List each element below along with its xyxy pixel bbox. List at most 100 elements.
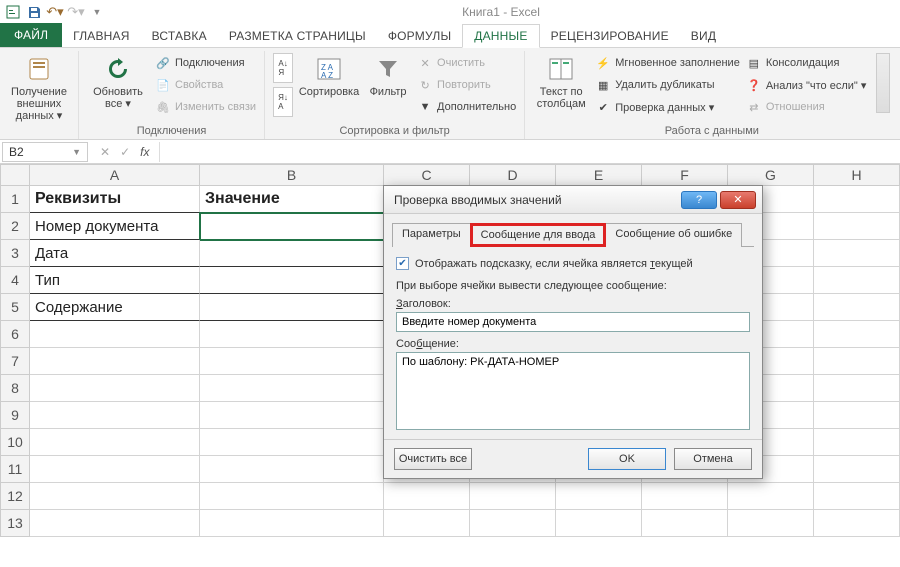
tab-page-layout[interactable]: РАЗМЕТКА СТРАНИЦЫ — [218, 25, 377, 47]
tab-file[interactable]: ФАЙЛ — [0, 23, 62, 47]
title-input[interactable] — [396, 312, 750, 332]
sort-button[interactable]: Z AA Z Сортировка — [299, 53, 359, 98]
cell[interactable] — [470, 483, 556, 510]
cell[interactable] — [30, 375, 200, 402]
cell[interactable] — [642, 483, 728, 510]
dialog-titlebar[interactable]: Проверка вводимых значений ? ✕ — [384, 186, 762, 214]
cancel-button[interactable]: Отмена — [674, 448, 752, 470]
cell[interactable] — [384, 510, 470, 537]
cell[interactable] — [814, 348, 900, 375]
dialog-tab-parameters[interactable]: Параметры — [392, 223, 471, 247]
ok-button[interactable]: OK — [588, 448, 666, 470]
tab-home[interactable]: ГЛАВНАЯ — [62, 25, 140, 47]
cell[interactable] — [814, 321, 900, 348]
get-external-data-button[interactable]: Получение внешних данных ▾ — [8, 53, 70, 122]
flash-fill-button[interactable]: ⚡Мгновенное заполнение — [595, 53, 740, 73]
edit-links-button[interactable]: 🖇Изменить связи — [155, 97, 256, 117]
col-header-A[interactable]: A — [30, 164, 200, 186]
refresh-all-button[interactable]: Обновить все ▾ — [87, 53, 149, 110]
connections-button[interactable]: 🔗Подключения — [155, 53, 256, 73]
clear-all-button[interactable]: Очистить все — [394, 448, 472, 470]
tab-view[interactable]: ВИД — [680, 25, 727, 47]
cell[interactable] — [30, 321, 200, 348]
cell[interactable] — [814, 267, 900, 294]
cell[interactable] — [200, 294, 384, 321]
cell[interactable]: Номер документа — [30, 213, 200, 240]
cell[interactable] — [642, 510, 728, 537]
cell[interactable] — [470, 510, 556, 537]
help-button[interactable]: ? — [681, 191, 717, 209]
select-all-corner[interactable] — [0, 164, 30, 186]
advanced-filter-button[interactable]: ▼Дополнительно — [417, 97, 516, 117]
redo-icon[interactable]: ↷▾ — [67, 3, 85, 21]
col-header-E[interactable]: E — [556, 164, 642, 186]
whatif-button[interactable]: ❓Анализ "что если" ▾ — [746, 75, 867, 95]
cell[interactable]: Значение — [200, 186, 384, 213]
row-header[interactable]: 8 — [0, 375, 30, 402]
cell[interactable]: Тип — [30, 267, 200, 294]
cell[interactable] — [30, 456, 200, 483]
cell[interactable] — [814, 429, 900, 456]
row-header[interactable]: 9 — [0, 402, 30, 429]
cell[interactable] — [556, 510, 642, 537]
cell[interactable] — [814, 510, 900, 537]
sort-desc-button[interactable]: Я↓A — [273, 87, 293, 117]
cell[interactable] — [200, 240, 384, 267]
tab-data[interactable]: ДАННЫЕ — [462, 24, 539, 48]
col-header-B[interactable]: B — [200, 164, 384, 186]
group-overflow[interactable] — [876, 53, 890, 113]
tab-formulas[interactable]: ФОРМУЛЫ — [377, 25, 462, 47]
cell[interactable] — [30, 348, 200, 375]
cell[interactable] — [814, 186, 900, 213]
dialog-tab-input-message[interactable]: Сообщение для ввода — [470, 223, 607, 247]
cell[interactable]: Дата — [30, 240, 200, 267]
close-button[interactable]: ✕ — [720, 191, 756, 209]
cell[interactable]: Содержание — [30, 294, 200, 321]
remove-duplicates-button[interactable]: ▦Удалить дубликаты — [595, 75, 740, 95]
consolidate-button[interactable]: ▤Консолидация — [746, 53, 867, 73]
undo-icon[interactable]: ↶▾ — [46, 3, 64, 21]
cell[interactable] — [200, 213, 384, 240]
cell[interactable] — [30, 429, 200, 456]
row-header[interactable]: 12 — [0, 483, 30, 510]
save-icon[interactable] — [25, 3, 43, 21]
fx-icon[interactable]: fx — [140, 145, 149, 159]
tab-insert[interactable]: ВСТАВКА — [141, 25, 218, 47]
cell[interactable] — [30, 510, 200, 537]
cell[interactable] — [814, 240, 900, 267]
cancel-icon[interactable]: ✕ — [100, 145, 110, 159]
message-textarea[interactable] — [396, 352, 750, 430]
cell[interactable] — [200, 429, 384, 456]
qat-dropdown-icon[interactable]: ▼ — [88, 3, 106, 21]
col-header-C[interactable]: C — [384, 164, 470, 186]
cell[interactable] — [814, 213, 900, 240]
cell[interactable] — [814, 375, 900, 402]
row-header[interactable]: 4 — [0, 267, 30, 294]
cell[interactable]: Реквизиты — [30, 186, 200, 213]
formula-input[interactable] — [159, 142, 900, 162]
relationships-button[interactable]: ⇄Отношения — [746, 97, 867, 117]
reapply-button[interactable]: ↻Повторить — [417, 75, 516, 95]
cell[interactable] — [814, 402, 900, 429]
row-header[interactable]: 3 — [0, 240, 30, 267]
row-header[interactable]: 2 — [0, 213, 30, 240]
cell[interactable] — [200, 267, 384, 294]
cell[interactable] — [814, 456, 900, 483]
row-header[interactable]: 10 — [0, 429, 30, 456]
row-header[interactable]: 11 — [0, 456, 30, 483]
cell[interactable] — [200, 402, 384, 429]
cell[interactable] — [200, 510, 384, 537]
col-header-G[interactable]: G — [728, 164, 814, 186]
cell[interactable] — [814, 483, 900, 510]
name-box[interactable]: B2 ▼ — [2, 142, 88, 162]
cell[interactable] — [200, 348, 384, 375]
row-header[interactable]: 6 — [0, 321, 30, 348]
tab-review[interactable]: РЕЦЕНЗИРОВАНИЕ — [540, 25, 680, 47]
cell[interactable] — [200, 456, 384, 483]
cell[interactable] — [814, 294, 900, 321]
cell[interactable] — [200, 483, 384, 510]
cell[interactable] — [30, 483, 200, 510]
row-header[interactable]: 5 — [0, 294, 30, 321]
properties-button[interactable]: 📄Свойства — [155, 75, 256, 95]
accept-icon[interactable]: ✓ — [120, 145, 130, 159]
